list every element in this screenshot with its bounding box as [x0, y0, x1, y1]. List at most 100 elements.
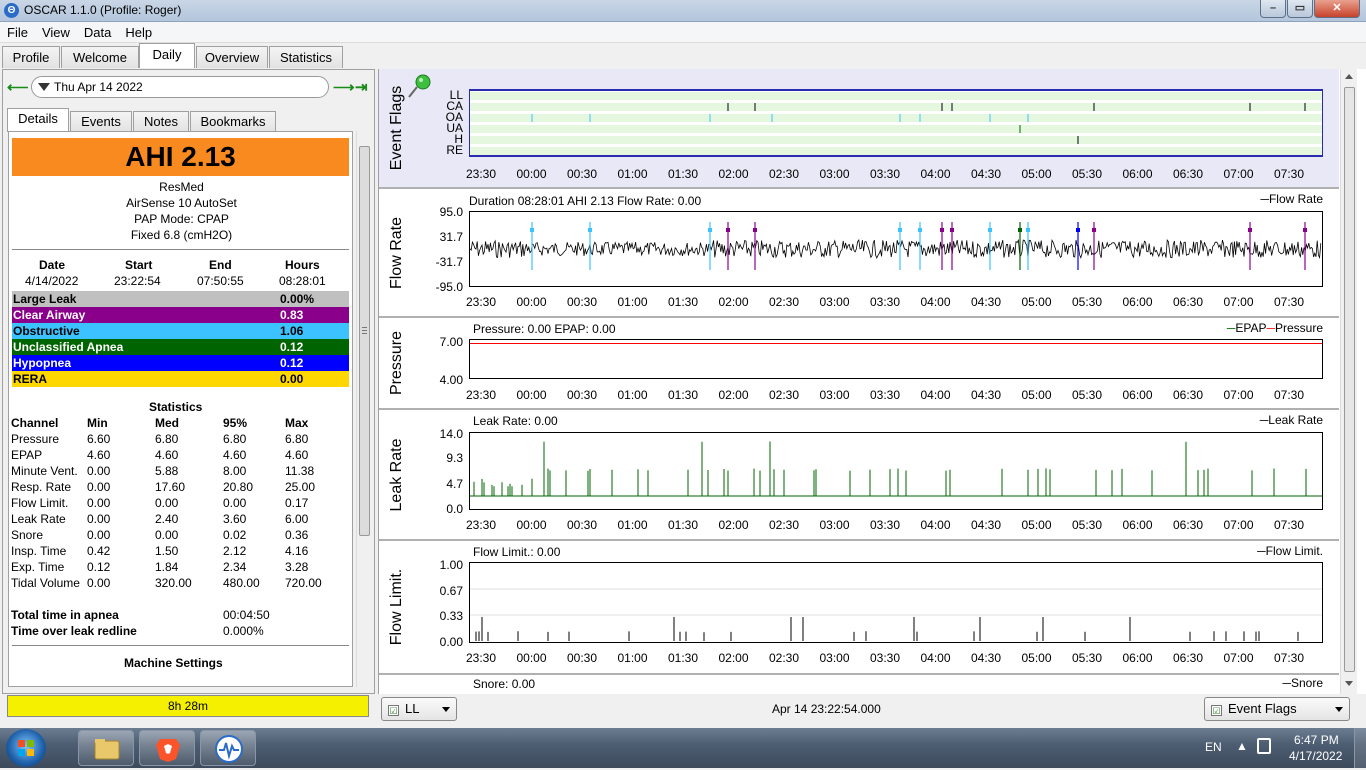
x-tick: 07:30	[1273, 518, 1305, 532]
event-marker-dot	[918, 228, 922, 232]
event-flags-plot[interactable]	[469, 89, 1323, 157]
tab-overview[interactable]: Overview	[196, 46, 268, 68]
tab-daily[interactable]: Daily	[139, 43, 195, 68]
file-explorer-taskbar-icon[interactable]	[78, 730, 134, 766]
x-tick: 23:30	[465, 388, 497, 402]
x-tick: 07:00	[1223, 518, 1254, 532]
date-picker[interactable]: Thu Apr 14 2022	[31, 76, 329, 98]
event-marker-dot	[940, 228, 944, 232]
tab-bookmarks[interactable]: Bookmarks	[190, 111, 276, 132]
tab-statistics[interactable]: Statistics	[269, 46, 343, 68]
minimize-button[interactable]: –	[1260, 0, 1286, 18]
stat-value: 1.84	[155, 560, 179, 574]
stat-value: 2.12	[223, 544, 247, 558]
tray-device-icon[interactable]	[1257, 738, 1271, 754]
stat-channel: Resp. Rate	[11, 480, 72, 494]
x-tick: 04:00	[920, 388, 951, 402]
x-tick: 02:00	[718, 651, 749, 665]
event-row[interactable]: Large Leak 0.00%	[12, 291, 349, 307]
event-row[interactable]: Clear Airway 0.83	[12, 307, 349, 323]
menu-view[interactable]: View	[35, 22, 77, 40]
x-tick: 05:30	[1071, 651, 1103, 665]
y-tick: 0.33	[439, 609, 463, 623]
clock-time[interactable]: 6:47 PM	[1294, 733, 1339, 747]
tab-notes[interactable]: Notes	[133, 111, 189, 132]
x-tick: 01:00	[617, 388, 648, 402]
leak-rate-legend: ─Leak Rate	[1259, 413, 1323, 427]
y-tick: 4.00	[439, 373, 463, 387]
x-tick: 02:00	[718, 388, 749, 402]
clock-date[interactable]: 4/17/2022	[1289, 749, 1342, 763]
scroll-thumb[interactable]	[1344, 87, 1355, 672]
pressure-label: Pressure	[388, 330, 405, 396]
event-marker-dot	[950, 228, 954, 232]
x-tick: 05:00	[1021, 167, 1052, 181]
menu-help[interactable]: Help	[118, 22, 159, 40]
show-desktop-button[interactable]	[1354, 728, 1366, 768]
stat-channel: Insp. Time	[11, 544, 67, 558]
menu-file[interactable]: File	[0, 22, 35, 40]
x-tick: 07:00	[1223, 651, 1254, 665]
flow-rate-legend: ─Flow Rate	[1260, 192, 1323, 206]
stat-value: 0.42	[87, 544, 111, 558]
prev-day-arrow-icon[interactable]: ⟵	[7, 78, 29, 96]
event-select-combo[interactable]: ☑ LL	[381, 697, 457, 721]
last-day-arrow-icon[interactable]: ⇥	[355, 78, 368, 96]
language-indicator[interactable]: EN	[1205, 740, 1222, 754]
tab-profile[interactable]: Profile	[2, 46, 60, 68]
x-tick: 00:00	[516, 167, 547, 181]
flag-row-label: RE	[446, 143, 463, 157]
show-hidden-icons-icon[interactable]: ▲	[1236, 739, 1248, 753]
y-tick: -31.7	[435, 255, 463, 269]
tab-events[interactable]: Events	[70, 111, 132, 132]
session-duration-bar[interactable]: 8h 28m	[7, 695, 369, 717]
stat-value: 0.02	[223, 528, 247, 542]
x-tick: 06:30	[1172, 651, 1204, 665]
event-marker-dot	[898, 228, 902, 232]
next-day-arrow-icon[interactable]: ⟶	[333, 78, 355, 96]
scroll-down-icon[interactable]	[1345, 681, 1353, 686]
event-value: 1.06	[280, 324, 304, 338]
event-value: 0.12	[280, 340, 304, 354]
event-value: 0.00%	[280, 292, 315, 306]
event-marker-dot	[1248, 228, 1252, 232]
close-button[interactable]: ✕	[1314, 0, 1360, 18]
menu-data[interactable]: Data	[77, 22, 118, 40]
stat-value: 0.00	[155, 528, 179, 542]
leak-rate-plot[interactable]	[469, 432, 1323, 510]
scroll-thumb[interactable]	[359, 146, 370, 536]
x-tick: 23:30	[465, 651, 497, 665]
flow-limit-plot[interactable]	[469, 562, 1323, 643]
event-row[interactable]: RERA 0.00	[12, 371, 349, 387]
flow-limit-graph: Flow Limit. Flow Limit.: 0.00 ─Flow Limi…	[379, 541, 1339, 675]
event-row[interactable]: Obstructive 1.06	[12, 323, 349, 339]
stat-value: 2.40	[155, 512, 179, 526]
stat-value: 3.28	[285, 560, 309, 574]
x-axis-leak-rate: 23:30 00:00 00:30 01:00 01:30 02:00 02:30 03:00…	[379, 518, 1339, 534]
tab-welcome[interactable]: Welcome	[61, 46, 139, 68]
event-row[interactable]: Unclassified Apnea 0.12	[12, 339, 349, 355]
graph-scrollbar[interactable]	[1340, 69, 1357, 694]
x-tick: 02:30	[768, 295, 800, 309]
stat-channel: EPAP	[11, 448, 43, 462]
x-tick: 07:00	[1223, 167, 1254, 181]
brave-browser-taskbar-icon[interactable]	[139, 730, 195, 766]
stat-channel: Minute Vent.	[11, 464, 78, 478]
maximize-button[interactable]: ▭	[1287, 0, 1313, 18]
flow-rate-plot[interactable]	[469, 211, 1323, 287]
windows-start-button[interactable]	[6, 729, 46, 767]
x-tick: 06:00	[1122, 167, 1153, 181]
y-tick: 9.3	[446, 451, 463, 465]
details-scrollbar[interactable]	[356, 131, 371, 687]
x-tick: 06:00	[1122, 388, 1153, 402]
x-tick: 00:00	[516, 388, 547, 402]
graph-select-combo[interactable]: ☑ Event Flags	[1204, 697, 1350, 721]
tab-details[interactable]: Details	[7, 108, 69, 132]
pressure-plot[interactable]	[469, 339, 1323, 379]
y-tick: 4.7	[446, 477, 463, 491]
x-tick: 05:30	[1071, 295, 1103, 309]
event-row[interactable]: Hypopnea 0.12	[12, 355, 349, 371]
scroll-up-icon[interactable]	[1345, 74, 1353, 79]
stat-value: 25.00	[285, 480, 316, 494]
oscar-taskbar-icon[interactable]	[200, 730, 256, 766]
